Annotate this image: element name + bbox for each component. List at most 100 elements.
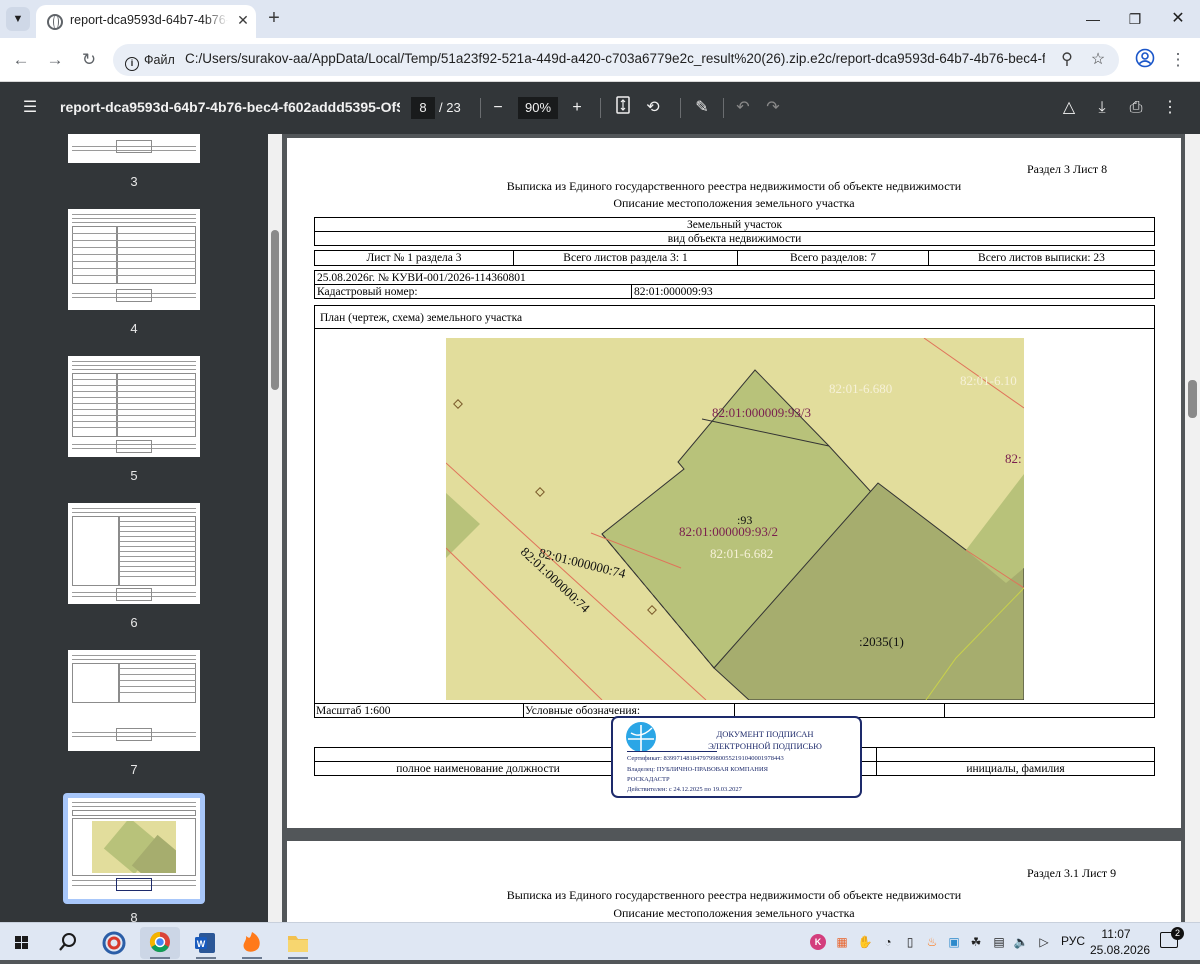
windows-start-icon[interactable] <box>2 927 42 959</box>
app-icon[interactable] <box>94 927 134 959</box>
tray-app-icon[interactable]: ♨ <box>924 934 940 950</box>
stamp-title: ДОКУМЕНТ ПОДПИСАН ЭЛЕКТРОННОЙ ПОДПИСЬЮ <box>675 728 855 752</box>
sidebar-scrollbar-thumb[interactable] <box>271 230 279 390</box>
signature-row-top <box>876 747 1155 762</box>
download-icon[interactable]: ⤓ <box>1090 96 1114 120</box>
doc-title: Выписка из Единого государственного реес… <box>506 888 962 902</box>
new-tab-button[interactable]: + <box>263 7 285 29</box>
redo-icon[interactable]: ↷ <box>761 96 785 120</box>
back-icon[interactable]: ← <box>9 48 33 72</box>
thumbnail-page[interactable] <box>68 209 200 310</box>
stamp-divider <box>627 751 717 752</box>
url-text[interactable]: C:/Users/surakov-aa/AppData/Local/Temp/5… <box>185 51 1045 66</box>
object-type-cell: Земельный участок <box>314 217 1155 232</box>
tab-close-icon[interactable]: ✕ <box>234 11 252 29</box>
map-label: 82:01-6.680 <box>829 381 893 396</box>
doc-title: Выписка из Единого государственного реес… <box>506 179 962 193</box>
bookmark-star-icon[interactable]: ☆ <box>1086 48 1110 72</box>
stamp-certificate: Сертификат: 8399714818479799800552191040… <box>627 755 784 762</box>
page-number-input[interactable]: 8 <box>411 97 435 119</box>
sheet-number-cell: Лист № 1 раздела 3 <box>314 250 514 266</box>
thumbnail-page[interactable] <box>68 134 200 163</box>
sheets-in-section-cell: Всего листов раздела 3: 1 <box>513 250 738 266</box>
forward-icon[interactable]: → <box>43 48 67 72</box>
volume-icon[interactable]: 🔈 <box>1013 934 1029 950</box>
close-window-button[interactable]: ✕ <box>1163 6 1193 32</box>
pdf-page-9: Раздел 3.1 Лист 9 Выписка из Единого гос… <box>287 841 1181 922</box>
browser-menu-icon[interactable]: ⋮ <box>1166 48 1190 72</box>
rosreestr-logo-icon <box>626 722 656 752</box>
legend-cell-empty <box>944 703 1155 718</box>
cadastral-map: 82:01-6.680 82:01-6.10 82:01:000009:93/3… <box>446 338 1024 700</box>
browser-tab-active[interactable]: report-dca9593d-64b7-4b76-bec4-f602addd5… <box>36 5 256 38</box>
minimize-button[interactable]: — <box>1078 6 1108 32</box>
electronic-signature-stamp: ДОКУМЕНТ ПОДПИСАН ЭЛЕКТРОННОЙ ПОДПИСЬЮ Се… <box>611 716 862 798</box>
chrome-icon[interactable] <box>140 927 180 959</box>
pdf-viewer: Раздел 3 Лист 8 Выписка из Единого госуд… <box>282 134 1185 922</box>
keyboard-language[interactable]: РУС <box>1061 934 1085 948</box>
zoom-out-icon[interactable]: − <box>486 96 510 120</box>
pdf-page-8: Раздел 3 Лист 8 Выписка из Единого госуд… <box>287 138 1181 828</box>
tray-app-icon[interactable]: ◔ <box>880 934 896 950</box>
print-icon[interactable]: ⎙ <box>1124 96 1148 120</box>
tray-app-icon[interactable]: ✋ <box>857 934 873 950</box>
stamp-owner: Владелец: ПУБЛИЧНО-ПРАВОВАЯ КОМПАНИЯ <box>627 766 768 773</box>
annotate-pen-icon[interactable]: ✎ <box>690 96 714 120</box>
thumbnail-number: 4 <box>130 321 138 336</box>
thumbnail-page[interactable] <box>68 650 200 751</box>
viewer-scrollbar[interactable] <box>1185 134 1200 922</box>
more-actions-icon[interactable]: ⋮ <box>1158 96 1182 120</box>
browser-tab-bar: ▼ report-dca9593d-64b7-4b76-bec4-f602add… <box>0 0 1200 38</box>
thumbnail-page[interactable] <box>68 356 200 457</box>
toolbar-divider <box>680 98 681 118</box>
system-clock[interactable]: 11:07 25.08.2026 <box>1090 926 1151 958</box>
tray-app-icon[interactable]: ▣ <box>946 934 962 950</box>
clock-date: 25.08.2026 <box>1090 943 1151 957</box>
firefox-like-icon[interactable] <box>232 927 272 959</box>
windows-taskbar: W K ▦ ✋ ◔ ▯ ♨ ▣ ☘ ▤ 🔈 ▷ РУС 11:07 25.08.… <box>0 922 1200 960</box>
page-total: / 23 <box>439 100 461 115</box>
scale-cell: Масштаб 1:600 <box>314 703 524 718</box>
tray-app-icon[interactable]: K <box>810 934 826 950</box>
fit-page-icon[interactable] <box>611 96 635 120</box>
zoom-in-icon[interactable]: + <box>565 96 589 120</box>
network-icon[interactable]: ▤ <box>991 934 1007 950</box>
stamp-owner-2: РОСКАДАСТР <box>627 776 670 783</box>
tab-search-button[interactable]: ▼ <box>6 7 30 31</box>
tray-app-icon[interactable]: ▦ <box>834 934 850 950</box>
sections-total-cell: Всего разделов: 7 <box>737 250 929 266</box>
tray-app-icon[interactable]: ▯ <box>902 934 918 950</box>
viewer-scrollbar-thumb[interactable] <box>1188 380 1197 418</box>
omnibox[interactable]: i Файл C:/Users/surakov-aa/AppData/Local/… <box>113 44 1119 76</box>
toolbar-divider <box>480 98 481 118</box>
file-explorer-icon[interactable] <box>278 927 318 959</box>
thumbnail-number: 7 <box>130 762 138 777</box>
zoom-input[interactable]: 90% <box>518 97 558 119</box>
word-icon[interactable]: W <box>186 927 226 959</box>
maximize-button[interactable]: ❐ <box>1120 6 1150 32</box>
add-drive-icon[interactable]: △ <box>1057 96 1081 120</box>
position-label-cell: полное наименование должности <box>314 761 642 776</box>
sidebar-menu-icon[interactable]: ☰ <box>18 96 42 120</box>
thumbnail-page-selected[interactable] <box>68 798 200 899</box>
zoom-lens-icon[interactable]: ⚲ <box>1055 48 1079 72</box>
tray-app-icon[interactable]: ▷ <box>1036 934 1052 950</box>
section-sheet-label: Раздел 3.1 Лист 9 <box>1027 866 1117 880</box>
reload-icon[interactable]: ↻ <box>77 48 101 72</box>
document-title: report-dca9593d-64b7-4b76-bec4-f602addd5… <box>60 99 400 115</box>
map-drawing <box>446 338 1024 700</box>
site-info-label: Файл <box>144 53 175 67</box>
notification-icon[interactable]: 2 <box>1160 927 1184 948</box>
profile-icon[interactable] <box>1133 48 1157 72</box>
svg-text:W: W <box>197 939 206 949</box>
search-icon[interactable] <box>48 927 88 959</box>
rotate-icon[interactable]: ⟲ <box>641 96 665 120</box>
thumbnail-page[interactable] <box>68 503 200 604</box>
globe-icon <box>47 14 63 30</box>
tray-app-icon[interactable]: ☘ <box>968 934 984 950</box>
site-info-chip[interactable]: i Файл <box>121 49 183 71</box>
thumbnail-number: 5 <box>130 468 138 483</box>
undo-icon[interactable]: ↶ <box>731 96 755 120</box>
date-number-cell: 25.08.2026г. № КУВИ-001/2026-114360801 <box>314 270 1155 285</box>
cadastral-value-cell: 82:01:000009:93 <box>631 284 1155 299</box>
